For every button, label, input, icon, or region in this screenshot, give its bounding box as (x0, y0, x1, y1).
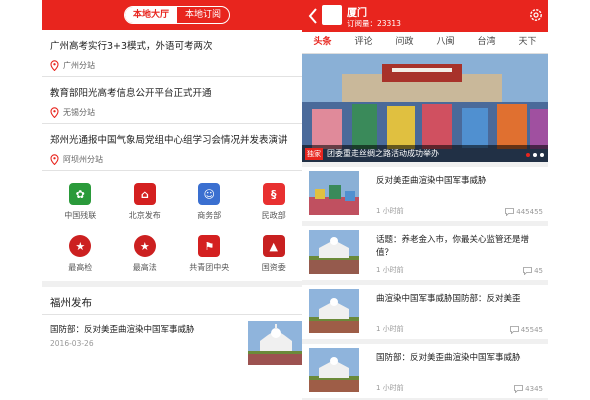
location-pin-icon (50, 59, 59, 71)
news-card-time: 1 小时前 (376, 207, 404, 215)
news-card[interactable]: 话题：养老金入市，你最关心监管还是增值？ 1 小时前 45 (302, 226, 548, 280)
agency-label: 商务部 (197, 211, 222, 220)
agency-grid: ✿ 中国残联 ⌂ 北京发布 ☺ 商务部 § 民政部 ★ 最高检 ★ 最高法 ⚑ … (42, 171, 312, 279)
agency-label: 最高检 (68, 263, 93, 272)
news-card[interactable]: 反对美歪曲渲染中国军事威胁 1 小时前 445455 (302, 167, 548, 221)
agency-item[interactable]: ★ 最高法 (113, 227, 178, 279)
carousel-dot[interactable] (533, 153, 537, 157)
sasac-logo-icon: ▲ (262, 235, 285, 257)
comment-count: 4345 (514, 385, 543, 393)
exclusive-badge: 独家 (305, 147, 323, 160)
agency-item[interactable]: ⚑ 共青团中央 (177, 227, 242, 279)
carousel-dot[interactable] (540, 153, 544, 157)
comment-icon (523, 267, 532, 275)
agency-item[interactable]: ☺ 商务部 (177, 175, 242, 227)
carousel-dot[interactable] (526, 153, 530, 157)
agency-label: 北京发布 (128, 211, 161, 220)
tab-headlines[interactable]: 头条 (302, 32, 343, 53)
agency-label: 国资委 (261, 263, 286, 272)
news-card-time: 1 小时前 (376, 266, 404, 274)
comment-count-value: 4345 (525, 385, 543, 393)
hero-caption-bar: 独家 团委重走丝绸之路活动成功举办 (302, 145, 548, 162)
channel-city: 厦门 (347, 8, 367, 19)
news-title: 广州高考实行3+3模式，外语可考两次 (50, 41, 213, 52)
location-pin-icon (50, 106, 59, 118)
news-card-title: 反对美歪曲渲染中国军事威胁 (376, 176, 487, 186)
news-thumbnail (309, 289, 359, 333)
top-bar: 本地大厅 本地订阅 (42, 0, 312, 30)
tab-comments[interactable]: 评论 (343, 32, 384, 53)
agency-item[interactable]: ⌂ 北京发布 (113, 175, 178, 227)
comment-count: 45545 (509, 326, 543, 334)
news-card-time: 1 小时前 (376, 384, 404, 392)
comment-icon (514, 385, 524, 393)
news-card-time: 1 小时前 (376, 325, 404, 333)
news-title: 郑州光通报中国气象局党组中心组学习会情况并发表演讲 (50, 135, 288, 146)
comment-count: 445455 (505, 208, 543, 216)
commerce-ministry-icon: ☺ (198, 183, 221, 205)
youth-league-flag-icon: ⚑ (198, 235, 221, 257)
news-title: 教育部阳光高考信息公开平台正式开通 (50, 88, 212, 99)
tab-fujian[interactable]: 八闽 (425, 32, 466, 53)
news-thumbnail (309, 171, 359, 215)
civil-affairs-icon: § (262, 183, 285, 205)
hero-carousel[interactable]: 独家 团委重走丝绸之路活动成功举办 (302, 54, 548, 162)
news-source: 阿坝州分站 (63, 154, 103, 164)
news-thumbnail (309, 348, 359, 392)
tab-inquiry[interactable]: 问政 (384, 32, 425, 53)
comment-icon (509, 326, 519, 334)
comment-count-value: 45545 (520, 326, 543, 334)
agency-item[interactable]: ★ 最高检 (48, 227, 113, 279)
carousel-indicator (526, 153, 544, 157)
court-emblem-icon: ★ (133, 235, 156, 257)
news-source: 无锡分站 (63, 107, 95, 117)
disabled-federation-icon: ✿ (69, 183, 92, 205)
city-channel-screen: 厦门 订阅量：23313 头条 评论 问政 八闽 台湾 天下 独家 团委重走丝绸… (302, 0, 548, 400)
article-item[interactable]: 国防部：反对美歪曲渲染中国军事威胁 2016-03-26 (42, 315, 312, 367)
subscriber-count: 订阅量：23313 (347, 19, 401, 28)
agency-item[interactable]: ▲ 国资委 (242, 227, 307, 279)
news-thumbnail (309, 230, 359, 274)
category-tabs: 头条 评论 问政 八闽 台湾 天下 (302, 32, 548, 54)
tab-local-hall[interactable]: 本地大厅 (125, 7, 177, 23)
article-thumbnail (248, 321, 304, 365)
news-card[interactable]: 国防部：反对美歪曲渲染中国军事威胁 1 小时前 4345 (302, 344, 548, 398)
agency-label: 民政部 (261, 211, 286, 220)
back-arrow-icon[interactable] (307, 7, 319, 25)
location-pin-icon (50, 153, 59, 165)
tab-world[interactable]: 天下 (507, 32, 548, 53)
procuratorate-emblem-icon: ★ (69, 235, 92, 257)
agency-item[interactable]: § 民政部 (242, 175, 307, 227)
tab-taiwan[interactable]: 台湾 (466, 32, 507, 53)
gear-icon[interactable] (528, 7, 544, 23)
local-hall-screen: 本地大厅 本地订阅 广州高考实行3+3模式，外语可考两次 广州分站 教育部阳光高… (42, 0, 312, 400)
agency-label: 共青团中央 (189, 263, 230, 272)
header: 厦门 订阅量：23313 (302, 0, 548, 32)
news-card-title: 国防部：反对美歪曲渲染中国军事威胁 (376, 353, 521, 363)
news-card-title: 话题：养老金入市，你最关心监管还是增值？ (376, 235, 530, 258)
news-item[interactable]: 教育部阳光高考信息公开平台正式开通 无锡分站 (42, 77, 312, 124)
screenshot: 本地大厅 本地订阅 广州高考实行3+3模式，外语可考两次 广州分站 教育部阳光高… (0, 0, 590, 400)
channel-logo (322, 5, 342, 25)
news-item[interactable]: 郑州光通报中国气象局党组中心组学习会情况并发表演讲 阿坝州分站 (42, 124, 312, 171)
comment-count-value: 445455 (516, 208, 543, 216)
agency-label: 中国残联 (64, 211, 97, 220)
agency-label: 最高法 (132, 263, 157, 272)
tab-switch: 本地大厅 本地订阅 (124, 6, 230, 24)
agency-item[interactable]: ✿ 中国残联 (48, 175, 113, 227)
comment-count: 45 (523, 267, 543, 275)
news-item[interactable]: 广州高考实行3+3模式，外语可考两次 广州分站 (42, 30, 312, 77)
beijing-tiananmen-icon: ⌂ (133, 183, 156, 205)
tab-local-subscriptions[interactable]: 本地订阅 (177, 7, 229, 23)
comment-count-value: 45 (534, 267, 543, 275)
comment-icon (505, 208, 515, 216)
news-card[interactable]: 曲渲染中国军事威胁国防部：反对美歪 1 小时前 45545 (302, 285, 548, 339)
hero-caption: 团委重走丝绸之路活动成功举办 (327, 149, 439, 158)
news-card-title: 曲渲染中国军事威胁国防部：反对美歪 (376, 294, 521, 304)
news-source: 广州分站 (63, 60, 95, 70)
section-title: 福州发布 (42, 287, 312, 315)
